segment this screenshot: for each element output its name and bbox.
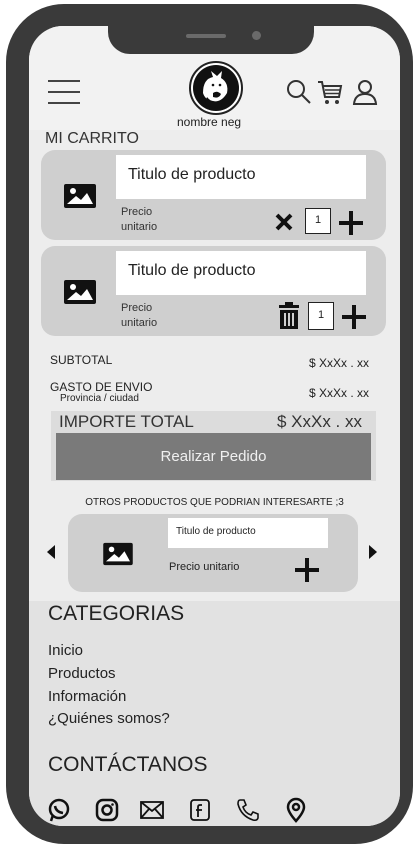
phone-frame: nombre neg MI CARRITO Titulo de producto…: [6, 4, 413, 844]
product-image: [41, 150, 117, 240]
mail-icon[interactable]: [139, 797, 165, 823]
subtotal-value: $ XxXx . xx: [308, 356, 369, 370]
unit-price-label: Precio unitario: [169, 561, 240, 573]
trash-icon[interactable]: [277, 302, 301, 330]
contact-title: CONTÁCTANOS: [48, 753, 208, 776]
screen: nombre neg MI CARRITO Titulo de producto…: [29, 26, 400, 826]
cart-item: Titulo de producto Precio unitario 1: [41, 150, 386, 240]
cat-dog-logo-icon: [193, 65, 239, 111]
brand-logo[interactable]: [189, 61, 243, 115]
shipping-location: Provincia / ciudad: [60, 393, 139, 404]
unit-price-label: Precio unitario: [121, 302, 158, 329]
unit-price-label: Precio unitario: [121, 206, 158, 233]
plus-icon[interactable]: [294, 557, 320, 583]
product-title: Titulo de producto: [168, 518, 328, 548]
categories-title: CATEGORIAS: [48, 602, 185, 625]
total-value: $ XxXx . xx: [276, 412, 362, 431]
phone-speaker: [186, 34, 226, 38]
shipping-label: GASTO DE ENVIO: [50, 380, 153, 394]
product-title: Titulo de producto: [116, 155, 366, 199]
carousel-prev-icon[interactable]: [46, 544, 56, 560]
quantity-field[interactable]: 1: [305, 208, 331, 234]
instagram-icon[interactable]: [94, 797, 120, 823]
brand-name: nombre neg: [177, 115, 242, 129]
user-icon[interactable]: [351, 78, 379, 106]
product-image: [41, 246, 117, 336]
plus-icon[interactable]: [338, 210, 364, 236]
phone-camera: [252, 31, 261, 40]
shipping-value: $ XxXx . xx: [308, 386, 369, 400]
quantity-field[interactable]: 1: [308, 302, 334, 330]
recommended-product[interactable]: Titulo de producto Precio unitario: [68, 514, 358, 592]
total-label: IMPORTE TOTAL: [59, 412, 194, 431]
subtotal-label: SUBTOTAL: [50, 353, 113, 367]
image-placeholder-icon: [64, 184, 96, 208]
carousel-next-icon[interactable]: [368, 544, 378, 560]
nav-link-productos[interactable]: Productos: [48, 665, 116, 682]
phone-notch: [108, 22, 314, 54]
plus-icon[interactable]: [341, 304, 367, 330]
recommendations-title: OTROS PRODUCTOS QUE PODRIAN INTERESARTE …: [85, 497, 344, 508]
whatsapp-icon[interactable]: [46, 797, 72, 823]
product-title: Titulo de producto: [116, 251, 366, 295]
nav-link-inicio[interactable]: Inicio: [48, 642, 83, 659]
cart-item: Titulo de producto Precio unitario 1: [41, 246, 386, 336]
facebook-icon[interactable]: [187, 797, 213, 823]
phone-icon[interactable]: [235, 797, 261, 823]
location-icon[interactable]: [283, 797, 309, 823]
image-placeholder-icon: [103, 542, 133, 566]
cart-icon[interactable]: [316, 78, 344, 106]
cart-title: MI CARRITO: [45, 130, 139, 147]
search-icon[interactable]: [285, 78, 313, 106]
hamburger-menu-icon[interactable]: [48, 80, 80, 104]
image-placeholder-icon: [64, 280, 96, 304]
nav-link-informacion[interactable]: Información: [48, 688, 126, 705]
nav-link-quienes-somos[interactable]: ¿Quiénes somos?: [48, 710, 170, 727]
place-order-button[interactable]: Realizar Pedido: [56, 433, 371, 480]
close-icon[interactable]: [274, 212, 294, 232]
